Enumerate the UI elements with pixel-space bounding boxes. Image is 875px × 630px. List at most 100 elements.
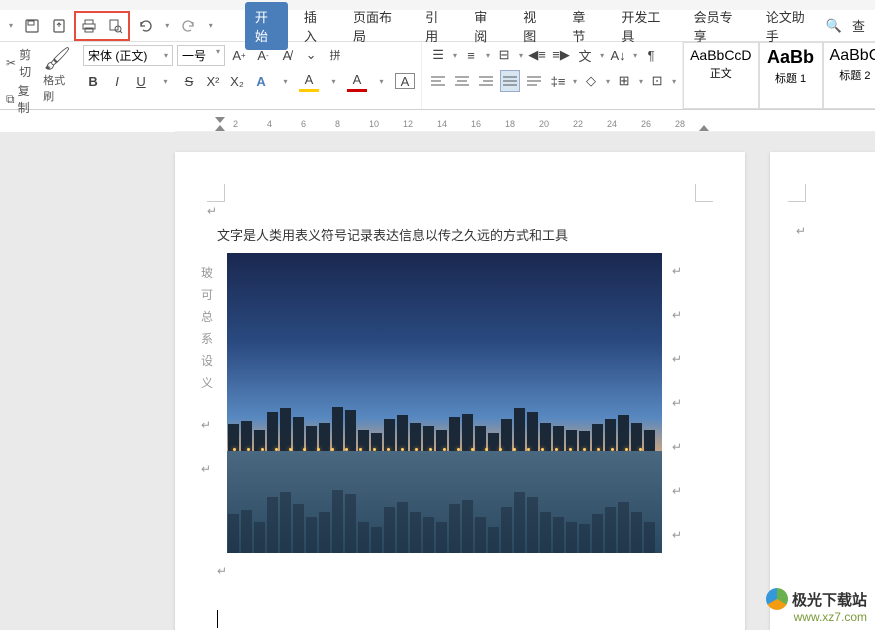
text-mark-icon: 玻	[201, 264, 213, 281]
text-effects-button[interactable]: A	[251, 70, 271, 92]
paragraph-group: ☰▾ ≡▾ ⊟▾ ◀≡ ≡▶ 文▾ A↓▾ ¶ ‡≡▾	[422, 42, 683, 109]
bullets-button[interactable]: ☰	[428, 44, 448, 66]
text-effects-dropdown[interactable]: ▾	[275, 70, 295, 92]
ruler-tick: 24	[607, 119, 617, 129]
style-name: 正文	[690, 65, 751, 81]
char-border-button[interactable]: A	[395, 73, 415, 89]
bold-button[interactable]: B	[83, 70, 103, 92]
ruler-tick: 2	[233, 119, 238, 129]
font-size-select[interactable]: 一号▾	[177, 45, 225, 66]
style-name: 标题 1	[766, 70, 816, 86]
ruler-tick: 14	[437, 119, 447, 129]
document-content: ↵ 文字是人类用表义符号记录表达信息以传之久远的方式和工具 玻 可 总 系 设 …	[217, 224, 703, 553]
subscript-button[interactable]: X₂	[227, 70, 247, 92]
paragraph-mark-icon: ↵	[672, 264, 682, 278]
document-text-line[interactable]: 文字是人类用表义符号记录表达信息以传之久远的方式和工具	[217, 224, 703, 247]
redo-dropdown[interactable]: ▾	[204, 14, 217, 38]
paragraph-mark-icon: ↵	[217, 564, 227, 578]
paragraph-mark-icon: ↵	[207, 204, 217, 218]
paragraph-mark-icon: ↵	[796, 224, 806, 238]
style-heading1[interactable]: AaBb 标题 1	[759, 42, 823, 109]
highlight-dropdown[interactable]: ▾	[323, 70, 343, 92]
multilevel-button[interactable]: ⊟	[494, 44, 514, 66]
styles-gallery: AaBbCcD 正文 AaBb 标题 1 AaBbC 标题 2	[683, 42, 875, 109]
document-page[interactable]: ↵ 文字是人类用表义符号记录表达信息以传之久远的方式和工具 玻 可 总 系 设 …	[175, 152, 745, 630]
font-name-select[interactable]: 宋体 (正文)▾	[83, 45, 173, 66]
font-size-value: 一号	[182, 47, 206, 64]
shrink-font-icon[interactable]: A-	[253, 44, 273, 66]
underline-dropdown[interactable]: ▾	[155, 70, 175, 92]
style-heading2[interactable]: AaBbC 标题 2	[823, 42, 875, 109]
superscript-button[interactable]: X²	[203, 70, 223, 92]
margin-corner-icon	[788, 184, 806, 202]
tabs-button[interactable]: ⊡	[647, 70, 667, 92]
indent-marker-icon[interactable]	[215, 117, 225, 131]
ruler-tick: 10	[369, 119, 379, 129]
italic-button[interactable]: I	[107, 70, 127, 92]
horizontal-ruler[interactable]: 246810121416182022242628	[175, 110, 875, 132]
menu-right: 🔍 查	[826, 16, 871, 35]
strikethrough-button[interactable]: S	[179, 70, 199, 92]
ruler-tick: 20	[539, 119, 549, 129]
quick-access-toolbar: ▾ ▾ ▾ 开始 插入 页面布局 引用 审阅 视图 章节 开发工具 会员专享 论…	[0, 10, 875, 42]
document-page-next[interactable]: ↵	[770, 152, 875, 630]
qat-dropdown[interactable]: ▾	[4, 14, 17, 38]
redo-icon[interactable]	[177, 14, 199, 38]
phonetic-icon[interactable]: 拼	[325, 44, 345, 66]
highlight-button[interactable]: A	[299, 70, 319, 92]
grow-font-icon[interactable]: A+	[229, 44, 249, 66]
format-painter-label: 格式刷	[43, 72, 71, 104]
paragraph-mark-icon: ↵	[672, 528, 682, 542]
watermark-logo-icon	[766, 588, 788, 610]
underline-button[interactable]: U	[131, 70, 151, 92]
decrease-indent-button[interactable]: ◀≡	[527, 44, 547, 66]
highlighted-qat-buttons	[74, 11, 130, 41]
text-mark-icon: 设	[201, 352, 213, 369]
copy-button[interactable]: ⧉ 复制	[6, 82, 31, 116]
clear-format-icon[interactable]: A̸	[277, 44, 297, 66]
copy-label: 复制	[18, 82, 32, 116]
align-center-button[interactable]	[452, 70, 472, 92]
text-direction-button[interactable]: 文	[575, 44, 595, 66]
align-left-button[interactable]	[428, 70, 448, 92]
sort-button[interactable]: A↓	[608, 44, 628, 66]
right-indent-marker-icon[interactable]	[699, 121, 709, 131]
search-icon[interactable]: 🔍	[826, 18, 842, 34]
cut-button[interactable]: ✂ 剪切	[6, 46, 31, 80]
ribbon: ✂ 剪切 ⧉ 复制 🖌 格式刷 宋体 (正文)▾ 一号▾ A+ A- A̸ ⌄ …	[0, 42, 875, 110]
print-icon[interactable]	[77, 14, 101, 38]
borders-button[interactable]: ⊞	[614, 70, 634, 92]
font-color-button[interactable]: A	[347, 70, 367, 92]
paragraph-mark-icon: ↵	[201, 462, 211, 476]
numbering-button[interactable]: ≡	[461, 44, 481, 66]
line-spacing-button[interactable]: ‡≡	[548, 70, 568, 92]
ruler-tick: 4	[267, 119, 272, 129]
margin-corner-icon	[695, 184, 713, 202]
print-preview-icon[interactable]	[103, 14, 127, 38]
distribute-button[interactable]	[524, 70, 544, 92]
embedded-image[interactable]	[227, 253, 662, 553]
shading-button[interactable]: ◇	[581, 70, 601, 92]
show-marks-button[interactable]: ¶	[641, 44, 661, 66]
undo-icon[interactable]	[134, 14, 156, 38]
change-case-icon[interactable]: ⌄	[301, 44, 321, 66]
paragraph-mark-icon: ↵	[672, 440, 682, 454]
align-right-button[interactable]	[476, 70, 496, 92]
ruler-tick: 6	[301, 119, 306, 129]
style-normal[interactable]: AaBbCcD 正文	[683, 42, 758, 109]
image-skyline	[227, 379, 662, 451]
save-icon[interactable]	[21, 14, 43, 38]
increase-indent-button[interactable]: ≡▶	[551, 44, 571, 66]
font-color-dropdown[interactable]: ▾	[371, 70, 391, 92]
ruler-tick: 26	[641, 119, 651, 129]
undo-dropdown[interactable]: ▾	[160, 14, 173, 38]
format-painter-button[interactable]: 🖌 格式刷	[37, 42, 77, 109]
style-name: 标题 2	[830, 67, 875, 83]
copy-icon: ⧉	[6, 92, 15, 107]
export-icon[interactable]	[47, 14, 69, 38]
watermark-name: 极光下载站	[792, 589, 867, 610]
document-area: ↵ 文字是人类用表义符号记录表达信息以传之久远的方式和工具 玻 可 总 系 设 …	[0, 132, 875, 630]
align-justify-button[interactable]	[500, 70, 520, 92]
cut-label: 剪切	[19, 46, 31, 80]
search-label[interactable]: 查	[852, 16, 865, 35]
